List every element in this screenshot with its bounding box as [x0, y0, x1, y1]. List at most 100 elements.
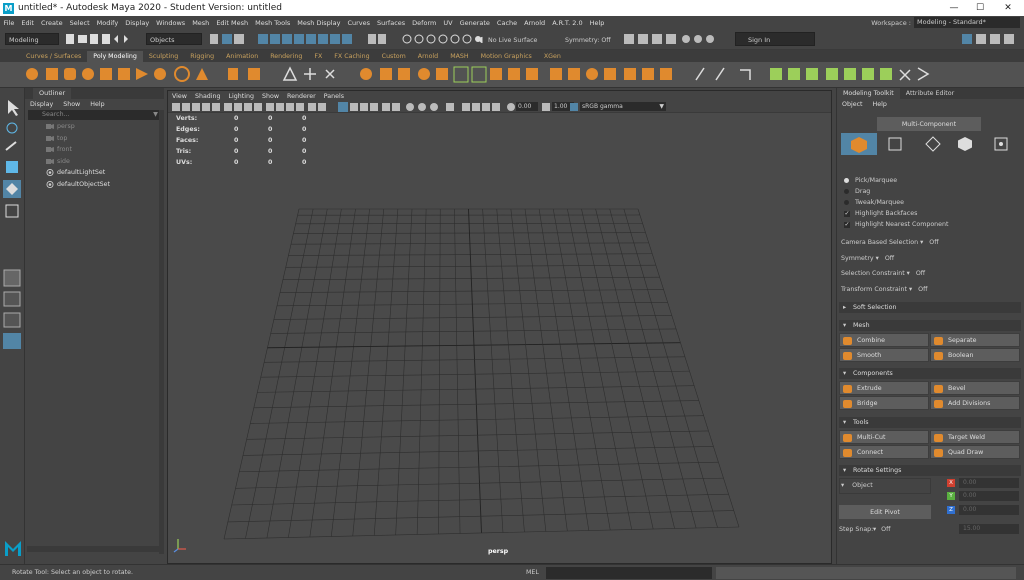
menu-mesh[interactable]: Mesh: [189, 19, 213, 27]
outliner-scrollbar[interactable]: [159, 110, 164, 554]
menu-generate[interactable]: Generate: [456, 19, 493, 27]
menu-edit[interactable]: Edit: [18, 19, 38, 27]
outliner-item-top[interactable]: top: [25, 133, 164, 145]
render-icons[interactable]: [402, 33, 482, 45]
file-ops-icons[interactable]: [66, 33, 136, 45]
outliner-item-defaultlightset[interactable]: defaultLightSet: [25, 167, 164, 179]
connect-button[interactable]: Connect: [839, 445, 929, 459]
vp-menu-lighting[interactable]: Lighting: [225, 93, 258, 100]
shelf-tab-fx-caching[interactable]: FX Caching: [328, 51, 375, 62]
menu-surfaces[interactable]: Surfaces: [374, 19, 409, 27]
shelf-tab-rigging[interactable]: Rigging: [184, 51, 220, 62]
shelf-tab-arnold[interactable]: Arnold: [412, 51, 444, 62]
viewport-persp[interactable]: View Shading Lighting Show Renderer Pane…: [167, 90, 832, 564]
boolean-button[interactable]: Boolean: [930, 348, 1020, 362]
outliner-item-persp[interactable]: persp: [25, 121, 164, 133]
panel-toggle-icons[interactable]: [962, 33, 1022, 45]
tool-icons[interactable]: [0, 88, 24, 564]
color-management-icon[interactable]: [570, 103, 578, 111]
menu-help[interactable]: Help: [586, 19, 608, 27]
modeling-menu-help[interactable]: Help: [868, 101, 892, 108]
bevel-button[interactable]: Bevel: [930, 381, 1020, 395]
shelf-tab-rendering[interactable]: Rendering: [264, 51, 308, 62]
outliner-item-defaultobjectset[interactable]: defaultObjectSet: [25, 179, 164, 191]
target-weld-button[interactable]: Target Weld: [930, 430, 1020, 444]
combine-button[interactable]: Combine: [839, 333, 929, 347]
shelf-tab-motion-graphics[interactable]: Motion Graphics: [475, 51, 538, 62]
rotate-settings-header[interactable]: Rotate Settings: [839, 465, 1021, 476]
command-line-input[interactable]: [546, 567, 712, 579]
highlight-nearest-checkbox[interactable]: ✓ Highlight Nearest Component: [844, 221, 949, 228]
drag-radio[interactable]: Drag: [844, 188, 870, 195]
transform-constraint[interactable]: Transform Constraint ▾ Off: [841, 286, 927, 293]
menu-curves[interactable]: Curves: [344, 19, 374, 27]
shelf-tab-mash[interactable]: MASH: [444, 51, 474, 62]
selection-mask-dropdown[interactable]: Objects: [146, 33, 202, 45]
tab-attribute-editor[interactable]: Attribute Editor: [900, 88, 960, 99]
menu-windows[interactable]: Windows: [153, 19, 189, 27]
shelf-tool-icons[interactable]: [0, 62, 1024, 88]
menu-uv[interactable]: UV: [440, 19, 456, 27]
outliner-menu-show[interactable]: Show: [58, 101, 85, 108]
menu-create[interactable]: Create: [37, 19, 66, 27]
outliner-search-input[interactable]: Search... ▼: [28, 110, 161, 120]
soft-selection-section[interactable]: Soft Selection: [839, 302, 1021, 313]
outliner-hscrollbar[interactable]: [27, 546, 159, 552]
menu-display[interactable]: Display: [122, 19, 153, 27]
shelf-tab-curves-surfaces[interactable]: Curves / Surfaces: [20, 51, 87, 62]
shelf-tab-xgen[interactable]: XGen: [538, 51, 567, 62]
mel-label[interactable]: MEL: [526, 569, 539, 576]
exposure-field[interactable]: 0.00: [516, 102, 538, 111]
edit-pivot-button[interactable]: Edit Pivot: [839, 505, 931, 519]
step-snap-dropdown[interactable]: ▾ Off: [873, 526, 890, 533]
component-mode-icons[interactable]: [841, 133, 1017, 157]
separate-button[interactable]: Separate: [930, 333, 1020, 347]
menu-edit-mesh[interactable]: Edit Mesh: [213, 19, 252, 27]
chevron-down-icon[interactable]: ▼: [153, 110, 158, 120]
menu-cache[interactable]: Cache: [493, 19, 520, 27]
live-surface-label[interactable]: No Live Surface: [488, 37, 537, 44]
rotate-y-field[interactable]: 0.00: [959, 491, 1019, 501]
step-snap-field[interactable]: 15.00: [959, 524, 1019, 534]
symmetry-setting[interactable]: Symmetry ▾ Off: [841, 255, 894, 262]
menu-mesh-display[interactable]: Mesh Display: [294, 19, 344, 27]
viewport-tool-icons[interactable]: [172, 101, 572, 113]
menu-arnold[interactable]: Arnold: [521, 19, 549, 27]
vp-menu-shading[interactable]: Shading: [191, 93, 225, 100]
multi-component-button[interactable]: Multi-Component: [877, 117, 981, 131]
outliner-tab[interactable]: Outliner: [33, 88, 72, 99]
snap-and-select-icons[interactable]: [210, 33, 390, 45]
mesh-section-header[interactable]: Mesh: [839, 320, 1021, 331]
add-divisions-button[interactable]: Add Divisions: [930, 396, 1020, 410]
maximize-button[interactable]: ☐: [966, 0, 994, 16]
outliner-menu-help[interactable]: Help: [85, 101, 109, 108]
rotate-x-field[interactable]: 0.00: [959, 478, 1019, 488]
vp-menu-renderer[interactable]: Renderer: [283, 93, 320, 100]
symmetry-label[interactable]: Symmetry: Off: [565, 37, 611, 44]
selection-constraint[interactable]: Selection Constraint ▾ Off: [841, 270, 925, 277]
shelf-tab-animation[interactable]: Animation: [220, 51, 264, 62]
quad-draw-button[interactable]: Quad Draw: [930, 445, 1020, 459]
shelf-tab-sculpting[interactable]: Sculpting: [143, 51, 184, 62]
shelf-tab-custom[interactable]: Custom: [376, 51, 412, 62]
render-view-icons[interactable]: [624, 33, 720, 45]
menu-mesh-tools[interactable]: Mesh Tools: [252, 19, 294, 27]
outliner-item-side[interactable]: side: [25, 156, 164, 168]
tools-section-header[interactable]: Tools: [839, 417, 1021, 428]
menuset-dropdown[interactable]: Modeling: [5, 33, 59, 45]
tab-modeling-toolkit[interactable]: Modeling Toolkit: [837, 88, 900, 99]
vp-menu-view[interactable]: View: [168, 93, 191, 100]
outliner-menu-display[interactable]: Display: [25, 101, 58, 108]
menu-select[interactable]: Select: [66, 19, 93, 27]
sign-in-dropdown[interactable]: Sign In: [735, 32, 815, 46]
menu-deform[interactable]: Deform: [409, 19, 440, 27]
bridge-button[interactable]: Bridge: [839, 396, 929, 410]
shelf-tab-fx[interactable]: FX: [308, 51, 328, 62]
tweak-marquee-radio[interactable]: Tweak/Marquee: [844, 199, 904, 206]
vp-menu-show[interactable]: Show: [258, 93, 283, 100]
menu-art[interactable]: A.R.T. 2.0: [549, 19, 586, 27]
menu-modify[interactable]: Modify: [93, 19, 122, 27]
minimize-button[interactable]: —: [940, 0, 968, 16]
vp-menu-panels[interactable]: Panels: [320, 93, 348, 100]
pick-marquee-radio[interactable]: Pick/Marquee: [844, 177, 897, 184]
